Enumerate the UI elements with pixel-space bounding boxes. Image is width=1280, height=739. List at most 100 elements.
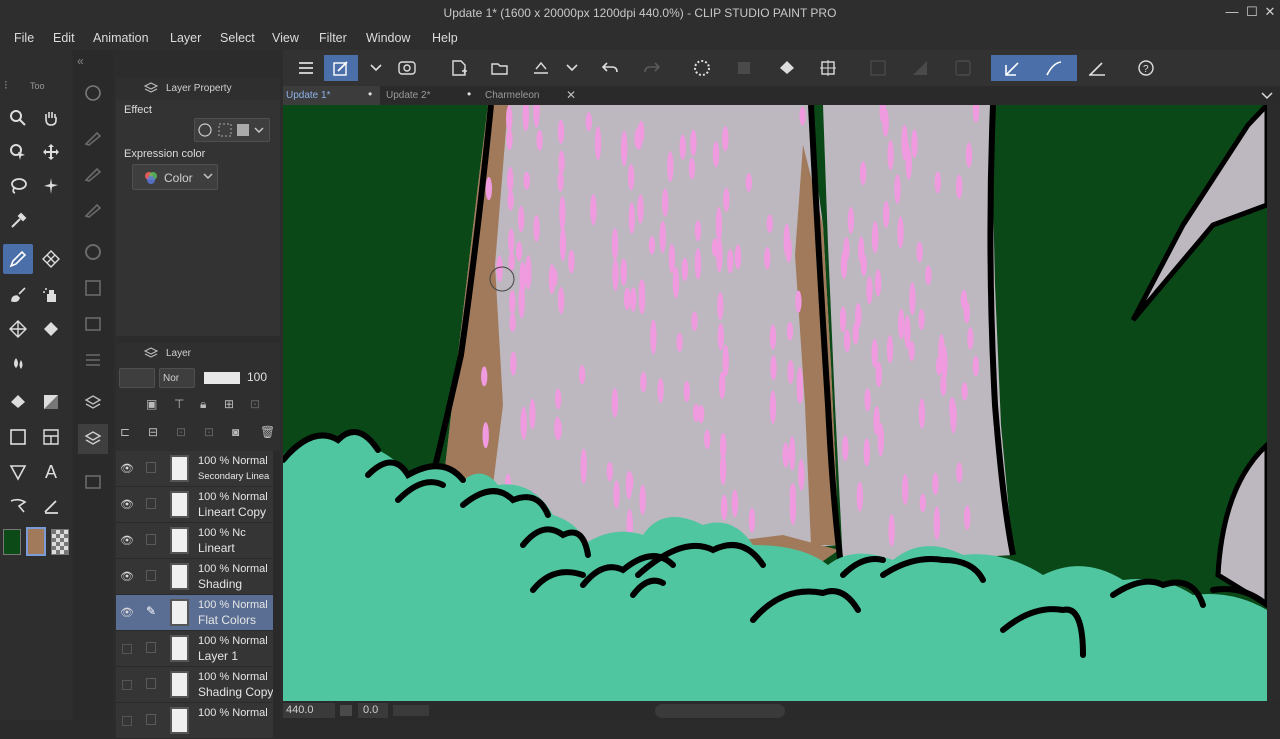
minimize-button[interactable]: —: [1222, 4, 1242, 19]
frame-border-icon[interactable]: [36, 422, 66, 452]
menu-animation[interactable]: Animation: [93, 31, 149, 45]
navigator-icon[interactable]: [78, 78, 108, 108]
layer-row[interactable]: 👁︎ 100 % Nc Lineart: [116, 523, 273, 559]
layer-lock-box[interactable]: [146, 462, 156, 473]
layer-row[interactable]: 100 % Normal: [116, 703, 273, 739]
invert-selection-icon[interactable]: [907, 55, 933, 81]
gradient-icon[interactable]: [36, 387, 66, 417]
menu-edit[interactable]: Edit: [53, 31, 75, 45]
brush-size-icon[interactable]: [78, 194, 108, 224]
correct-line-icon[interactable]: [36, 491, 66, 521]
pen-icon[interactable]: [3, 244, 33, 274]
reference-icon[interactable]: ⊡: [250, 397, 260, 411]
decoration-icon[interactable]: [3, 314, 33, 344]
deselect-icon[interactable]: [865, 55, 891, 81]
visibility-eye-icon[interactable]: 👁︎: [120, 462, 134, 475]
new-raster-layer-icon[interactable]: ⊏: [120, 425, 130, 439]
menu-help[interactable]: Help: [432, 31, 458, 45]
canvas-vertical-scrollbar[interactable]: [1267, 105, 1280, 701]
close-button[interactable]: ✕: [1260, 4, 1280, 20]
merge-down-icon[interactable]: ⊡: [176, 425, 186, 439]
layer-row[interactable]: 👁︎ 100 % Normal Shading: [116, 559, 273, 595]
snap-grid-icon[interactable]: [1084, 55, 1110, 81]
layer-row[interactable]: 👁︎ ✎ 100 % Normal Flat Colors: [116, 595, 273, 631]
menu-file[interactable]: File: [14, 31, 34, 45]
blend-icon[interactable]: [3, 348, 33, 378]
visibility-eye-icon[interactable]: [122, 680, 132, 690]
new-file-icon[interactable]: [446, 55, 472, 81]
layer-color-select[interactable]: [119, 368, 155, 388]
save-dropdown-icon[interactable]: [559, 55, 585, 81]
menu-icon[interactable]: [293, 55, 319, 81]
menu-filter[interactable]: Filter: [319, 31, 347, 45]
visibility-eye-icon[interactable]: [122, 716, 132, 726]
layer-tab-icon[interactable]: [78, 424, 108, 454]
approx-color-icon[interactable]: [78, 345, 108, 375]
snap-special-ruler-icon[interactable]: [1041, 55, 1067, 81]
balloon-icon[interactable]: [3, 491, 33, 521]
lock-alpha-icon[interactable]: ⊞: [224, 397, 234, 411]
layer-property-tab-icon[interactable]: [78, 388, 108, 418]
clear-icon[interactable]: [731, 55, 757, 81]
figure-icon[interactable]: [3, 422, 33, 452]
clip-studio-icon[interactable]: [394, 55, 420, 81]
tab-update-2[interactable]: Update 2* •: [383, 86, 473, 105]
color-wheel-icon[interactable]: [78, 237, 108, 267]
text-icon[interactable]: A: [36, 457, 66, 487]
intermediate-color-icon[interactable]: [78, 309, 108, 339]
expand-selection-icon[interactable]: [950, 55, 976, 81]
transform-icon[interactable]: [815, 55, 841, 81]
eraser-icon[interactable]: [36, 314, 66, 344]
lasso-icon[interactable]: [3, 171, 33, 201]
angle-value[interactable]: 0.0: [363, 704, 378, 716]
fill-icon[interactable]: [3, 387, 33, 417]
visibility-eye-icon[interactable]: 👁︎: [120, 570, 134, 583]
zoom-value[interactable]: 440.0: [286, 704, 314, 716]
sub-tool-detail-icon[interactable]: [78, 158, 108, 188]
tab-update-1[interactable]: Update 1* •: [283, 86, 380, 105]
main-color-swatch[interactable]: [3, 529, 21, 555]
transparent-color-swatch[interactable]: [51, 529, 69, 555]
layer-lock-box[interactable]: [146, 642, 156, 653]
layer-lock-box[interactable]: [146, 498, 156, 509]
hand-icon[interactable]: [36, 103, 66, 133]
edit-pen-icon[interactable]: ✎: [146, 604, 156, 618]
sub-tool-icon[interactable]: [78, 122, 108, 152]
pattern-brush-icon[interactable]: [36, 244, 66, 274]
layer-lock-box[interactable]: [146, 678, 156, 689]
save-icon[interactable]: [528, 55, 554, 81]
zoom-icon[interactable]: [3, 103, 33, 133]
layer-lock-box[interactable]: [146, 534, 156, 545]
visibility-eye-icon[interactable]: 👁︎: [120, 606, 134, 619]
mask-icon[interactable]: ◙: [232, 425, 239, 439]
open-icon[interactable]: [487, 55, 513, 81]
layer-row[interactable]: 100 % Normal Layer 1: [116, 631, 273, 667]
tab-charmeleon[interactable]: Charmeleon: [482, 86, 577, 105]
zoom-slider[interactable]: [340, 705, 352, 716]
horizontal-scroll-handle[interactable]: [655, 704, 785, 718]
maximize-button[interactable]: ☐: [1242, 4, 1262, 20]
menu-select[interactable]: Select: [220, 31, 255, 45]
tab-menu-chevron-icon[interactable]: [1261, 88, 1273, 106]
collapse-icon[interactable]: ⁝: [4, 78, 8, 92]
object-select-icon[interactable]: [3, 137, 33, 167]
undo-icon[interactable]: [597, 55, 623, 81]
menu-window[interactable]: Window: [366, 31, 410, 45]
layer-list-scrollbar[interactable]: [273, 451, 280, 720]
airbrush-icon[interactable]: [36, 280, 66, 310]
lock-icon[interactable]: 🔒︎: [200, 397, 206, 412]
loading-icon[interactable]: [689, 55, 715, 81]
sub-color-swatch[interactable]: [26, 527, 46, 556]
effect-selector[interactable]: [194, 118, 270, 142]
color-set-icon[interactable]: [78, 273, 108, 303]
fill-selection-icon[interactable]: [774, 55, 800, 81]
dropdown-chevron-icon[interactable]: [363, 55, 389, 81]
snap-ruler-icon[interactable]: [1000, 55, 1026, 81]
close-tab-icon[interactable]: ✕: [566, 88, 576, 102]
visibility-eye-icon[interactable]: 👁︎: [120, 498, 134, 511]
tool-property-icon[interactable]: [324, 55, 358, 81]
angle-slider[interactable]: [393, 705, 429, 716]
visibility-eye-icon[interactable]: [122, 644, 132, 654]
layer-row[interactable]: 👁︎ 100 % Normal Lineart Copy: [116, 487, 273, 523]
menu-view[interactable]: View: [272, 31, 299, 45]
